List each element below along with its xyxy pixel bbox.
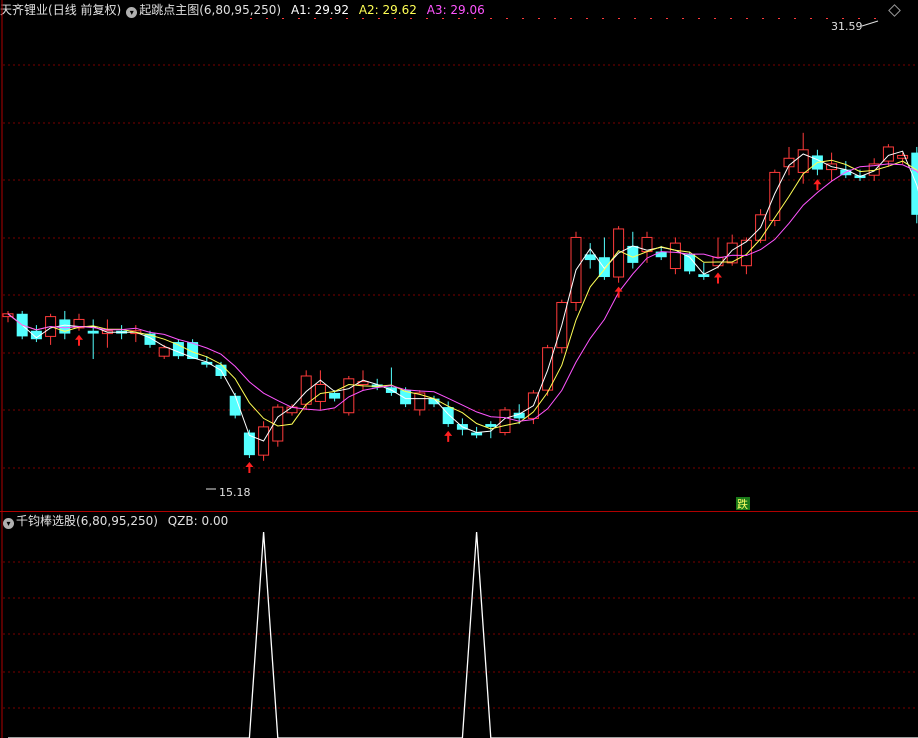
candlestick-chart[interactable]: 31.59 15.18 跌 [0, 0, 918, 512]
grid-dot [666, 18, 668, 19]
high-price-label: 31.59 [831, 20, 863, 33]
grid-dot [362, 18, 364, 19]
arrow-head [75, 334, 83, 340]
grid-dot [266, 18, 268, 19]
candle-body-down [485, 424, 497, 427]
candle-body-up [300, 375, 312, 405]
grid-dot [762, 18, 764, 19]
grid-dot [426, 18, 428, 19]
grid-dot [474, 18, 476, 19]
grid-dot [458, 18, 460, 19]
grid-dot [714, 18, 716, 19]
grid-dot [330, 18, 332, 19]
grid-dot [346, 18, 348, 19]
grid-dot [602, 18, 604, 19]
grid-dot [378, 18, 380, 19]
grid-dot [394, 18, 396, 19]
grid-dot [858, 18, 860, 19]
grid-dot [522, 18, 524, 19]
qzb-line [8, 531, 918, 738]
grid-dot [794, 18, 796, 19]
a1-line [7, 150, 918, 442]
candle-body-down [655, 251, 667, 258]
grid-dot [698, 18, 700, 19]
signal-arrow [714, 272, 722, 284]
candle-body-up [797, 149, 809, 173]
candle-body-up [669, 242, 681, 270]
candle-body-down [627, 245, 639, 263]
fall-label: 跌 [737, 497, 748, 511]
grid-dot [810, 18, 812, 19]
grid-dot [650, 18, 652, 19]
grid-dot [842, 18, 844, 19]
grid-dot [442, 18, 444, 19]
grid-dot [570, 18, 572, 19]
grid-dot [554, 18, 556, 19]
grid-dot [298, 18, 300, 19]
signal-arrow [444, 430, 453, 442]
signal-arrow [75, 334, 83, 346]
grid-dot [490, 18, 492, 19]
candle-body-down [329, 392, 341, 399]
a3-line [7, 163, 918, 422]
arrow-head [245, 461, 254, 467]
candle-body-down [172, 342, 184, 357]
grid-dot [282, 18, 284, 19]
candle-body-up [158, 347, 170, 357]
arrow-head [714, 272, 722, 278]
signal-arrow [813, 179, 822, 191]
grid-dot [250, 18, 252, 19]
grid-dot [586, 18, 588, 19]
candle-body-up [897, 154, 909, 159]
a2-line [7, 159, 918, 430]
high-pointer [861, 20, 879, 27]
grid-dot [538, 18, 540, 19]
candle-body-down [87, 330, 99, 334]
grid-dot [874, 18, 876, 19]
arrow-head [444, 430, 453, 436]
qzb-chart[interactable] [0, 512, 918, 738]
grid-dot [826, 18, 828, 19]
grid-dot [618, 18, 620, 19]
grid-dot [410, 18, 412, 19]
signal-arrow [245, 461, 254, 473]
low-price-label: 15.18 [219, 486, 251, 499]
grid-dot [634, 18, 636, 19]
candle-body-down [911, 152, 918, 215]
grid-dot [314, 18, 316, 19]
grid-dot [778, 18, 780, 19]
grid-dot [730, 18, 732, 19]
grid-dot [746, 18, 748, 19]
grid-dot [506, 18, 508, 19]
grid-dot [682, 18, 684, 19]
